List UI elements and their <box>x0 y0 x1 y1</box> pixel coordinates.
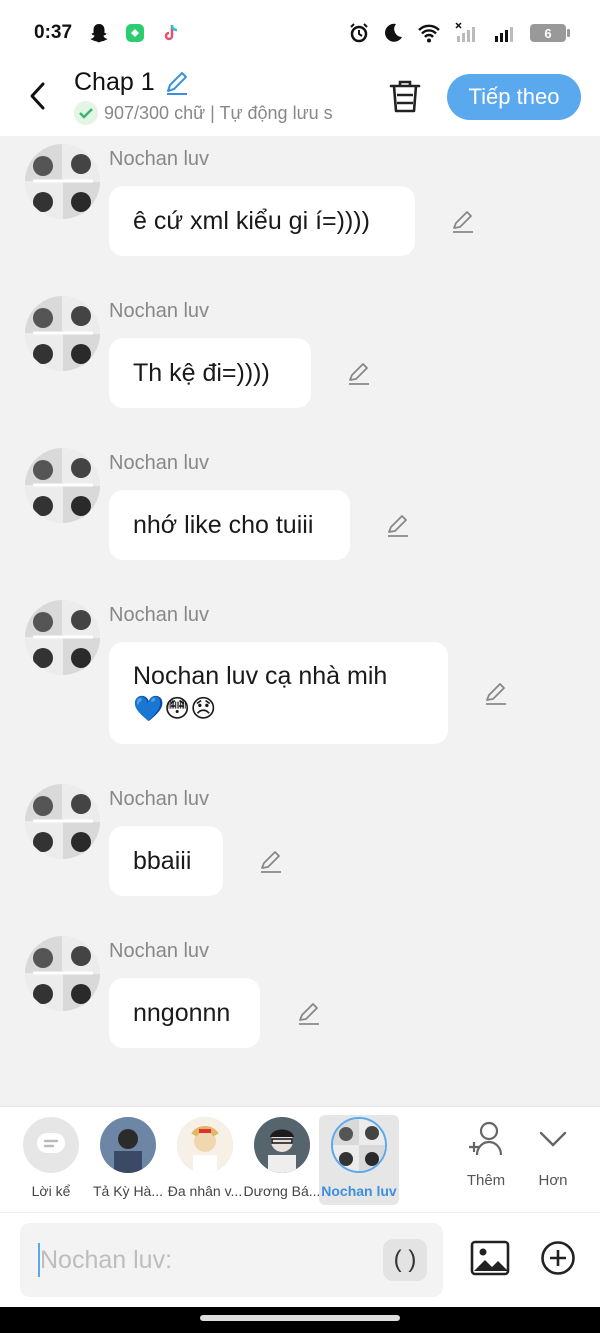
message-bubble[interactable]: nngonnn <box>109 978 260 1048</box>
wifi-icon <box>418 24 440 43</box>
character-item[interactable]: Đa nhân v... <box>165 1115 245 1205</box>
sender-name: Nochan luv <box>109 452 210 474</box>
character-label: Lời kể <box>31 1183 71 1199</box>
sender-name: Nochan luv <box>109 788 210 810</box>
avatar <box>331 1117 387 1173</box>
battery-icon: 6 <box>530 24 570 42</box>
more-button[interactable]: Hơn <box>523 1119 583 1189</box>
edit-message-icon[interactable] <box>483 680 509 706</box>
edit-message-icon[interactable] <box>258 848 284 874</box>
character-item-selected[interactable]: Nochan luv <box>319 1115 399 1205</box>
character-narrator[interactable]: Lời kể <box>11 1115 91 1205</box>
battery-level: 6 <box>544 25 552 41</box>
parenthesis-button[interactable]: ( ) <box>383 1239 427 1281</box>
message-input[interactable] <box>40 1245 380 1275</box>
edit-message-icon[interactable] <box>385 512 411 538</box>
avatar <box>25 144 100 219</box>
add-button[interactable] <box>540 1240 576 1276</box>
plus-circle-icon <box>541 1241 575 1275</box>
message-text: Nochan luv cạ nhà mih <box>133 662 388 690</box>
sender-name: Nochan luv <box>109 940 210 962</box>
sender-name: Nochan luv <box>109 300 210 322</box>
character-label: Nochan luv <box>321 1183 397 1199</box>
status-left-icons <box>88 22 182 44</box>
narrator-avatar <box>23 1117 79 1173</box>
character-label: Dương Bá... <box>243 1183 321 1199</box>
message-emoji: 💙😳😞 <box>133 695 217 723</box>
chapter-title: Chap 1 <box>74 68 155 96</box>
character-label: Tả Kỳ Hà... <box>92 1183 164 1199</box>
app-green-icon <box>126 24 145 42</box>
add-label: Thêm <box>466 1172 506 1189</box>
signal-icon <box>495 27 513 42</box>
delete-button[interactable] <box>388 78 422 114</box>
signal-weak-icon <box>455 22 475 42</box>
status-bar: 0:37 6 <box>0 0 600 66</box>
avatar <box>25 296 100 371</box>
message-list: Nochan luv ê cứ xml kiểu gi í=)))) Nocha… <box>0 136 600 1106</box>
sender-name: Nochan luv <box>109 604 210 626</box>
avatar <box>25 448 100 523</box>
word-count-status: 907/300 chữ | Tự động lưu s <box>104 102 333 123</box>
message-bubble[interactable]: Th kệ đi=)))) <box>109 338 311 408</box>
system-nav-bar <box>0 1307 600 1333</box>
editor-header: Chap 1 907/300 chữ | Tự động lưu s Tiếp … <box>0 66 600 136</box>
edit-title-icon[interactable] <box>163 69 191 97</box>
avatar <box>25 600 100 675</box>
avatar <box>25 784 100 859</box>
avatar <box>25 936 100 1011</box>
insert-image-button[interactable] <box>470 1239 510 1277</box>
title-block: Chap 1 907/300 chữ | Tự động lưu s <box>74 68 359 125</box>
avatar <box>254 1117 310 1173</box>
trash-icon <box>389 80 421 113</box>
add-person-icon <box>469 1121 503 1156</box>
character-item[interactable]: Tả Kỳ Hà... <box>88 1115 168 1205</box>
home-indicator[interactable] <box>200 1315 400 1321</box>
saved-check-icon <box>74 101 98 125</box>
avatar <box>100 1117 156 1173</box>
message-bubble[interactable]: nhớ like cho tuiii <box>109 490 350 560</box>
avatar <box>177 1117 233 1173</box>
image-icon <box>470 1240 510 1276</box>
chevron-left-icon <box>30 82 45 110</box>
alarm-icon <box>350 23 368 43</box>
more-label: Hơn <box>538 1172 568 1189</box>
character-item[interactable]: Dương Bá... <box>242 1115 322 1205</box>
edit-message-icon[interactable] <box>296 1000 322 1026</box>
snapchat-icon <box>90 24 108 43</box>
composer-bar: ( ) <box>0 1212 600 1307</box>
edit-message-icon[interactable] <box>450 208 476 234</box>
edit-message-icon[interactable] <box>346 360 372 386</box>
moon-icon <box>385 23 402 42</box>
character-selector: Lời kể Tả Kỳ Hà... Đa nhân v... Dương Bá… <box>0 1106 600 1212</box>
message-bubble[interactable]: Nochan luv cạ nhà mih 💙😳😞 <box>109 642 448 744</box>
message-input-box[interactable]: ( ) <box>20 1223 443 1297</box>
tiktok-icon <box>164 24 178 41</box>
message-bubble[interactable]: ê cứ xml kiểu gi í=)))) <box>109 186 415 256</box>
chevron-down-icon <box>539 1131 567 1147</box>
status-time: 0:37 <box>34 22 73 43</box>
add-character-button[interactable]: Thêm <box>456 1119 516 1189</box>
back-button[interactable] <box>22 80 54 112</box>
chat-bubble-icon <box>37 1133 65 1153</box>
character-label: Đa nhân v... <box>167 1183 243 1199</box>
next-button[interactable]: Tiếp theo <box>447 74 581 120</box>
sender-name: Nochan luv <box>109 148 210 170</box>
status-right-icons: 6 <box>348 22 570 44</box>
message-bubble[interactable]: bbaiii <box>109 826 223 896</box>
